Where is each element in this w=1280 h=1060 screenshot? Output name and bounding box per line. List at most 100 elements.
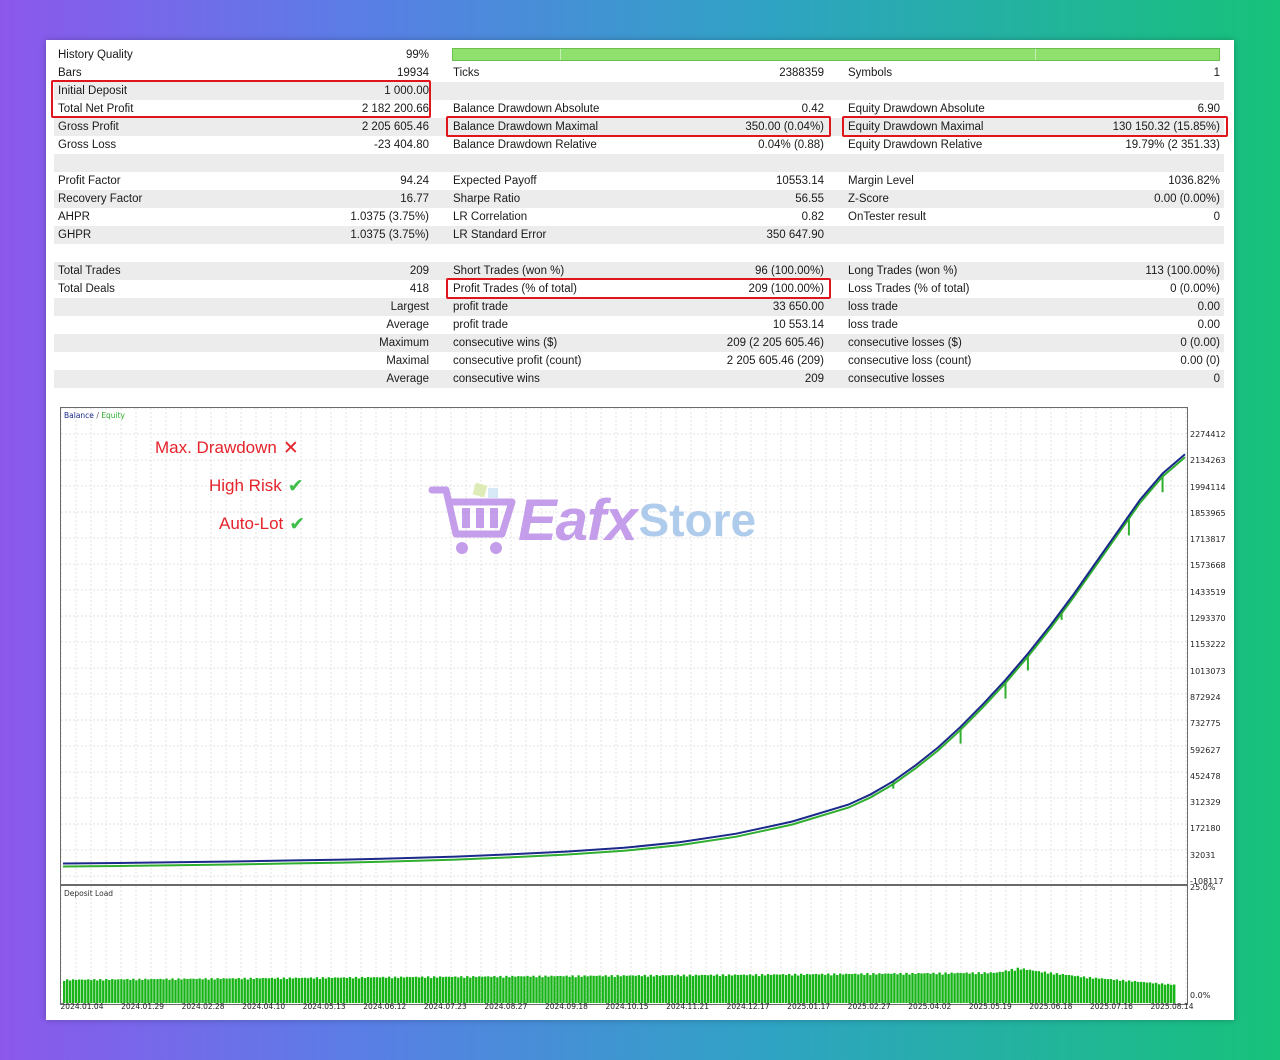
deposit-bar [965, 972, 968, 1003]
deposit-bar [1055, 973, 1059, 1003]
deposit-bar [968, 973, 971, 1003]
stat-l3: Loss Trades (% of total) [848, 283, 970, 295]
deposit-bar [562, 976, 565, 1003]
deposit-bar [622, 975, 625, 1003]
deposit-bar [772, 974, 776, 1003]
deposit-bar [794, 973, 797, 1003]
deposit-bar [180, 979, 183, 1003]
deposit-bar [682, 974, 686, 1003]
deposit-bar [700, 974, 704, 1003]
deposit-bar [1170, 984, 1173, 1003]
deposit-bar [408, 977, 412, 1003]
deposit-bar [174, 980, 177, 1003]
deposit-bar [745, 975, 749, 1003]
deposit-bar [508, 977, 511, 1003]
date-label: 2024.12.17 [726, 1002, 770, 1011]
deposit-bar [511, 975, 514, 1003]
stat-l2: consecutive wins [453, 373, 540, 385]
y-tick-label: 592627 [1190, 745, 1221, 755]
report-panel: History Quality 99% Bars 19934 Ticks 238835… [46, 40, 1234, 1020]
deposit-bar [393, 976, 397, 1003]
date-label: 2024.04.10 [242, 1002, 286, 1011]
stat-l2: LR Standard Error [453, 229, 547, 241]
deposit-bar [231, 978, 234, 1003]
deposit-bar [237, 978, 240, 1003]
stat-v3: 0.00 [1197, 301, 1220, 313]
y-tick-label: 452478 [1190, 771, 1221, 781]
deposit-bar [694, 974, 698, 1003]
annot-auto-lot-text: Auto-Lot [219, 514, 284, 533]
deposit-bar [336, 977, 340, 1003]
deposit-bar [851, 974, 854, 1003]
deposit-bar [108, 980, 111, 1003]
deposit-bar [905, 972, 908, 1003]
y-tick-label: 2134263 [1190, 456, 1226, 466]
deposit-bar [186, 979, 189, 1003]
deposit-tick-top: 25.0% [1190, 883, 1216, 892]
deposit-bar [1067, 975, 1071, 1003]
deposit-bar [457, 977, 460, 1003]
stat-v1: 2 205 605.46 [361, 121, 429, 133]
stat-l3: consecutive losses ($) [848, 337, 962, 349]
deposit-bar [1007, 971, 1010, 1003]
deposit-bar [869, 975, 872, 1003]
deposit-bar [405, 976, 409, 1003]
deposit-bar [351, 978, 355, 1003]
stat-v1: 94.24 [400, 175, 429, 187]
cart-icon [428, 482, 516, 554]
deposit-bar [213, 979, 216, 1003]
deposit-bar [69, 980, 72, 1003]
y-tick-label: 732775 [1190, 719, 1221, 729]
deposit-bar [649, 974, 652, 1003]
deposit-bar [839, 973, 842, 1003]
deposit-bar [144, 978, 147, 1003]
deposit-bar [93, 979, 96, 1003]
deposit-bar [372, 977, 376, 1003]
deposit-bar [78, 979, 81, 1003]
deposit-bar [1161, 983, 1164, 1003]
deposit-bar [565, 975, 568, 1003]
deposit-bar [1073, 976, 1077, 1003]
stats-row: AHPR 1.0375 (3.75%) LR Correlation 0.82 OnTe… [54, 208, 1224, 226]
stats-row: Gross Loss -23 404.80 Balance Drawdown Rel… [54, 136, 1224, 154]
deposit-bar [487, 976, 490, 1003]
legend-equity: Equity [101, 411, 125, 420]
chart-legend: Balance / Equity [64, 411, 125, 420]
deposit-bar [84, 979, 87, 1003]
deposit-bar [526, 975, 529, 1003]
stat-v3: 0.00 (0.00%) [1154, 193, 1220, 205]
deposit-bar [598, 975, 601, 1003]
stat-v1: 418 [409, 283, 429, 295]
deposit-bar [219, 979, 222, 1003]
deposit-bar [586, 976, 589, 1003]
deposit-bar [938, 972, 941, 1003]
deposit-bar [72, 979, 75, 1003]
deposit-bar [1004, 970, 1007, 1003]
deposit-bar [156, 979, 159, 1003]
deposit-bar [318, 979, 322, 1003]
deposit-bar [411, 977, 415, 1003]
deposit-bar [1031, 970, 1034, 1003]
annot-max-drawdown-text: Max. Drawdown [155, 438, 277, 457]
deposit-bar [204, 978, 207, 1003]
deposit-bar [703, 975, 707, 1003]
deposit-bar [150, 978, 153, 1003]
deposit-bar [1148, 982, 1152, 1003]
deposit-bar [541, 977, 544, 1003]
deposit-bar [1025, 970, 1028, 1003]
deposit-bar [234, 978, 237, 1003]
stat-lr: Average [386, 319, 429, 331]
deposit-bar [884, 973, 887, 1003]
deposit-bar [809, 974, 812, 1003]
deposit-bar [944, 972, 947, 1003]
deposit-bar [1028, 969, 1031, 1003]
deposit-bar [1088, 977, 1092, 1003]
deposit-bar [309, 977, 313, 1003]
stat-l2: Ticks [453, 67, 480, 79]
history-quality-value: 99% [405, 49, 429, 61]
stat-l2: consecutive wins ($) [453, 337, 558, 349]
deposit-bar [830, 975, 833, 1003]
y-tick-label: 32031 [1190, 850, 1216, 860]
deposit-bar [276, 977, 279, 1003]
deposit-bar [484, 976, 487, 1003]
